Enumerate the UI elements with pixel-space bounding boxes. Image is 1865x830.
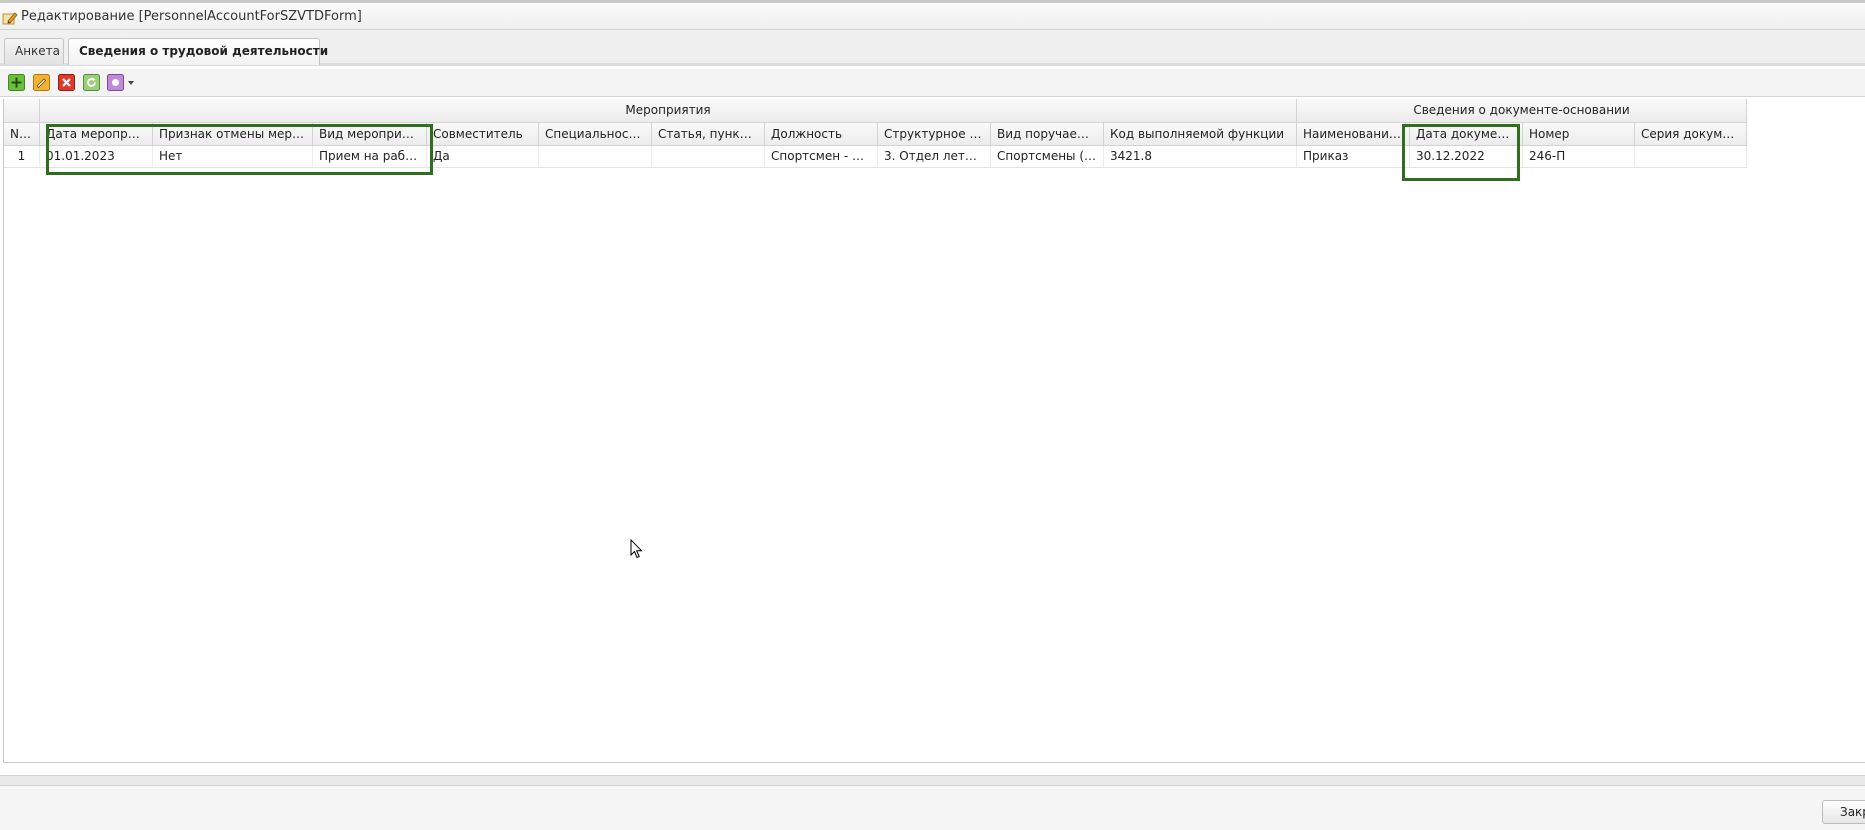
col-header-part-time[interactable]: Совместитель — [427, 123, 539, 146]
actions-menu-icon — [107, 74, 124, 91]
mouse-pointer-icon — [630, 539, 643, 559]
tab-bar: Анкета Сведения о трудовой деятельности — [0, 30, 1865, 66]
status-strip — [0, 775, 1865, 786]
add-button[interactable] — [8, 74, 25, 91]
col-header-number[interactable]: N п/п — [4, 123, 40, 146]
edit-button[interactable] — [33, 74, 50, 91]
group-header-basis-document: Сведения о документе-основании — [1297, 99, 1747, 123]
table-row-cell-position[interactable]: Спортсмен - инструктор — [765, 146, 878, 168]
col-header-document-number[interactable]: Номер — [1523, 123, 1635, 146]
col-header-function-code[interactable]: Код выполняемой функции — [1104, 123, 1297, 146]
tab-work-activity[interactable]: Сведения о трудовой деятельности — [68, 38, 328, 65]
table-row-cell-department[interactable]: 3. Отдел летних видов спорта — [878, 146, 991, 168]
group-header-events: Мероприятия — [40, 99, 1297, 123]
table-row-cell-work-type[interactable]: Спортсмены (спортсмены-инструкторы) — [991, 146, 1104, 168]
table-row-cell-document-name[interactable]: Приказ — [1297, 146, 1410, 168]
tab-anketa[interactable]: Анкета — [4, 38, 64, 64]
table-row-cell-event-type[interactable]: Прием на работу — [313, 146, 427, 168]
col-header-labor-code-article[interactable]: Статья, пункт ТК РФ — [652, 123, 765, 146]
col-header-work-type[interactable]: Вид поручаемой работы — [991, 123, 1104, 146]
col-header-document-date[interactable]: Дата документа — [1410, 123, 1523, 146]
chevron-down-icon — [128, 81, 134, 85]
col-header-specialty[interactable]: Специальность, квалификация — [539, 123, 652, 146]
delete-button[interactable] — [58, 74, 75, 91]
table-row-cell-number[interactable]: 1 — [4, 146, 40, 168]
edit-form-icon — [2, 12, 18, 25]
grid-toolbar — [0, 69, 1865, 97]
col-header-event-date[interactable]: Дата мероприятия — [40, 123, 153, 146]
dialog-footer: Закрыть — [0, 786, 1865, 830]
window-titlebar: Редактирование [PersonnelAccountForSZVTD… — [0, 0, 1865, 30]
col-header-position[interactable]: Должность — [765, 123, 878, 146]
refresh-button[interactable] — [83, 74, 100, 91]
col-header-department[interactable]: Структурное подразделение — [878, 123, 991, 146]
table-row-cell-specialty[interactable] — [539, 146, 652, 168]
refresh-icon — [83, 74, 100, 91]
table-row-cell-cancel-flag[interactable]: Нет — [153, 146, 313, 168]
work-activity-grid: Мероприятия Сведения о документе-основан… — [3, 99, 1865, 763]
actions-menu-button[interactable] — [107, 74, 135, 91]
col-header-cancel-flag[interactable]: Признак отмены мероприятия — [153, 123, 313, 146]
group-header-empty — [4, 99, 40, 123]
table-row-cell-document-series[interactable] — [1635, 146, 1747, 168]
table-row-cell-part-time[interactable]: Да — [427, 146, 539, 168]
window-title: Редактирование [PersonnelAccountForSZVTD… — [21, 9, 362, 24]
table-row-cell-labor-code-article[interactable] — [652, 146, 765, 168]
table-row-cell-document-number[interactable]: 246-П — [1523, 146, 1635, 168]
table-row-cell-document-date[interactable]: 30.12.2022 — [1410, 146, 1523, 168]
col-header-event-type[interactable]: Вид мероприятия — [313, 123, 427, 146]
delete-icon — [58, 74, 75, 91]
add-icon — [8, 74, 25, 91]
table-row-cell-function-code[interactable]: 3421.8 — [1104, 146, 1297, 168]
col-header-document-name[interactable]: Наименование документа — [1297, 123, 1410, 146]
table-row-cell-event-date[interactable]: 01.01.2023 — [40, 146, 153, 168]
close-button[interactable]: Закрыть — [1822, 800, 1865, 824]
edit-icon — [33, 74, 50, 91]
col-header-document-series[interactable]: Серия документа — [1635, 123, 1747, 146]
